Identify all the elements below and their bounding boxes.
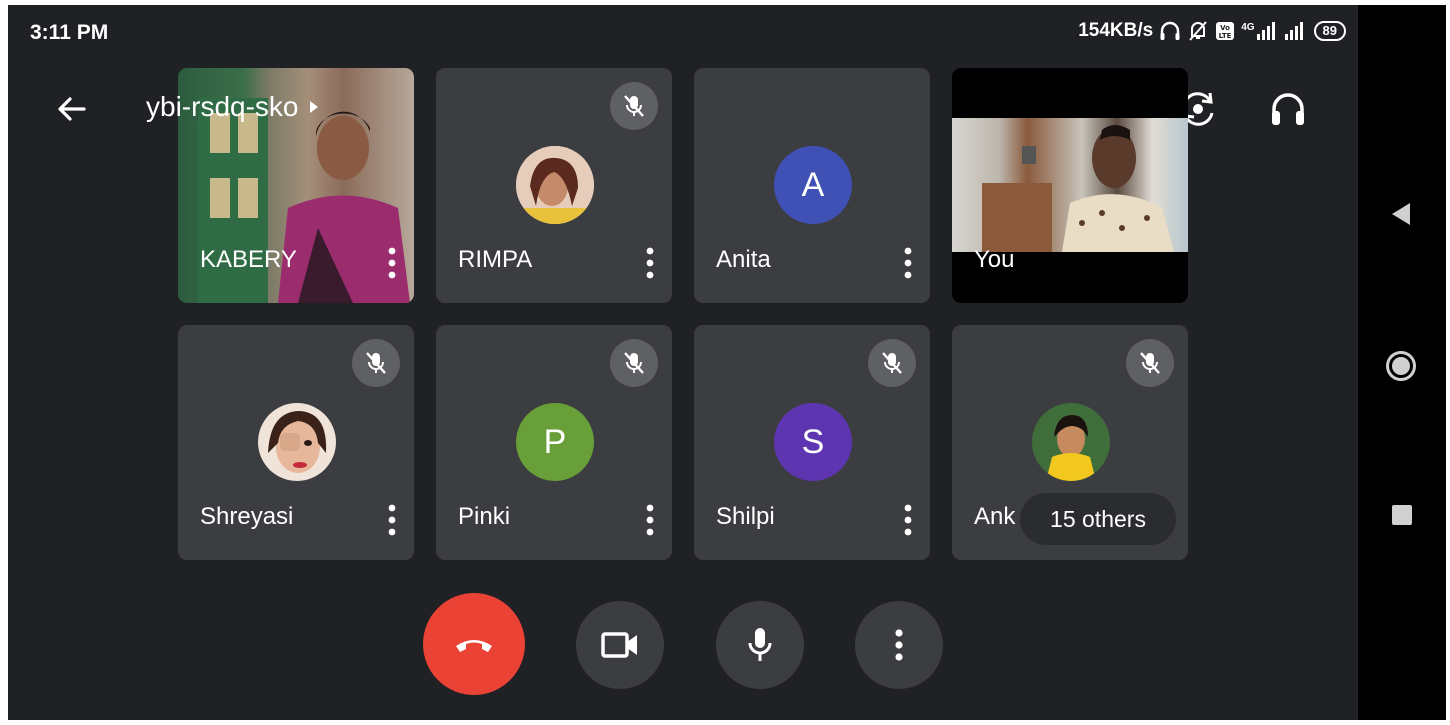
participant-tile[interactable]: S Shilpi [694, 325, 930, 560]
participant-tile[interactable]: P Pinki [436, 325, 672, 560]
mic-off-badge [610, 82, 658, 130]
camera-icon [601, 632, 637, 658]
participant-name: Anita [716, 246, 771, 273]
mic-off-icon [366, 352, 386, 374]
self-tile[interactable]: You [952, 68, 1188, 303]
participant-name: Shilpi [716, 503, 775, 530]
more-vert-icon[interactable] [642, 246, 658, 280]
avatar [1032, 403, 1110, 481]
avatar-letter: S [801, 422, 825, 461]
nav-home-icon[interactable] [1386, 351, 1416, 381]
participant-name: You [974, 246, 1015, 273]
more-vert-icon[interactable] [900, 246, 916, 280]
status-time: 3:11 PM [30, 21, 109, 44]
participant-name: KABERY [200, 246, 297, 273]
participant-tile[interactable]: Shreyasi [178, 325, 414, 560]
others-button[interactable]: 15 others [1020, 493, 1176, 545]
more-vert-icon[interactable] [900, 503, 916, 537]
svg-text:LTE: LTE [1219, 32, 1232, 40]
notifications-off-icon [1187, 20, 1209, 42]
svg-text:Vo: Vo [1220, 24, 1230, 32]
avatar-initial: A [774, 146, 852, 224]
caret-right-icon [310, 101, 319, 113]
avatar-letter: P [543, 422, 567, 461]
more-vert-icon[interactable] [642, 503, 658, 537]
avatar-initial: S [774, 403, 852, 481]
end-call-button[interactable] [423, 593, 525, 695]
audio-output-button[interactable] [1266, 87, 1310, 131]
self-video [952, 118, 1188, 252]
network-speed: 154KB/s [1078, 20, 1154, 41]
participant-tile[interactable]: A Anita [694, 68, 930, 303]
participant-name: Pinki [458, 503, 511, 530]
volte-icon: Vo LTE [1215, 21, 1235, 41]
self-video-frame [982, 125, 1174, 252]
mic-off-icon [882, 352, 902, 374]
system-nav-bar [1358, 5, 1446, 720]
mic-off-badge [610, 339, 658, 387]
avatar-initial: P [516, 403, 594, 481]
signal-icon [1284, 22, 1308, 40]
participant-tile[interactable]: RIMPA [436, 68, 672, 303]
microphone-toggle-button[interactable] [716, 601, 804, 689]
profile-photo [516, 146, 594, 224]
headphones-icon [1272, 93, 1304, 125]
mic-off-icon [1140, 352, 1160, 374]
avatar-letter: A [801, 165, 825, 204]
participant-name: RIMPA [458, 246, 533, 273]
back-button[interactable] [52, 89, 92, 129]
status-icons: 154KB/s Vo LTE 4G 89 [1078, 20, 1346, 42]
participant-name: Shreyasi [200, 503, 294, 530]
nav-recent-icon[interactable] [1392, 505, 1412, 525]
mic-off-badge [1126, 339, 1174, 387]
profile-photo [1032, 403, 1110, 481]
battery-icon: 89 [1313, 21, 1346, 41]
participant-name: Ank [974, 503, 1016, 530]
avatar [516, 146, 594, 224]
mic-off-badge [352, 339, 400, 387]
camera-toggle-button[interactable] [576, 601, 664, 689]
network-type: 4G [1241, 22, 1255, 33]
more-vert-icon [895, 629, 903, 661]
meeting-code-button[interactable]: ybi-rsdq-sko [146, 91, 320, 123]
end-call-icon [456, 640, 492, 652]
status-bar: 3:11 PM 154KB/s Vo LTE 4G 89 [8, 5, 1358, 57]
mic-off-icon [624, 352, 644, 374]
more-vert-icon[interactable] [384, 503, 400, 537]
nav-back-icon[interactable] [1390, 201, 1412, 227]
more-vert-icon[interactable] [384, 246, 400, 280]
avatar [258, 403, 336, 481]
meeting-code: ybi-rsdq-sko [146, 91, 299, 122]
signal-4g-icon: 4G [1241, 22, 1277, 40]
mic-off-badge [868, 339, 916, 387]
arrow-left-icon [58, 97, 86, 121]
profile-photo [258, 403, 336, 481]
headphones-status-icon [1159, 21, 1181, 41]
mic-off-icon [624, 95, 644, 117]
meet-call-screen: 3:11 PM 154KB/s Vo LTE 4G 89 ybi-rsdq-sk… [8, 5, 1446, 720]
more-options-button[interactable] [855, 601, 943, 689]
microphone-icon [748, 628, 772, 661]
